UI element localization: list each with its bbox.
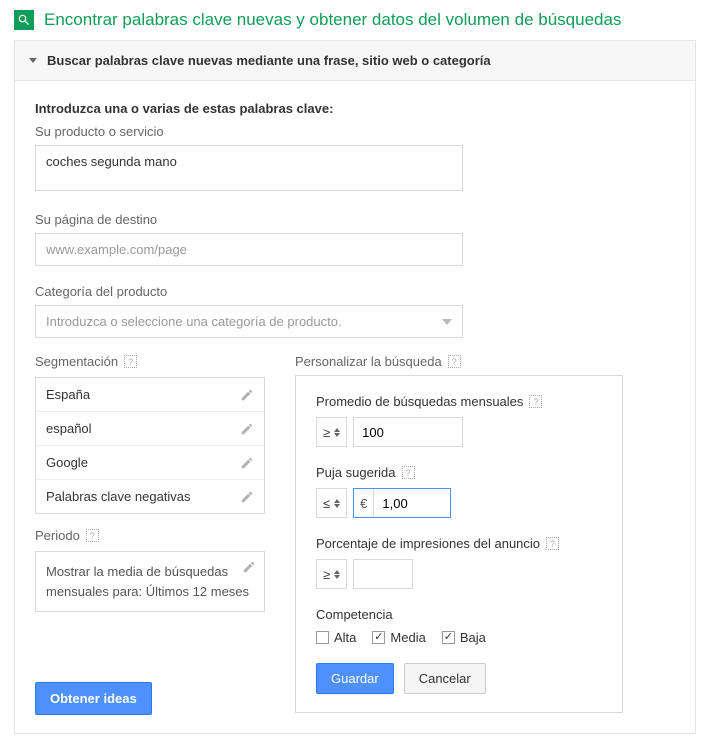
save-button[interactable]: Guardar <box>316 663 394 694</box>
period-label: Periodo <box>35 528 80 543</box>
accordion-title: Buscar palabras clave nuevas mediante un… <box>47 53 491 68</box>
bid-operator-select[interactable]: ≤ <box>316 488 347 518</box>
accordion-panel: Buscar palabras clave nuevas mediante un… <box>14 40 696 734</box>
bid-value-input-wrap: € <box>353 488 451 518</box>
impression-label: Porcentaje de impresiones del anuncio <box>316 536 540 551</box>
avg-value-input[interactable] <box>353 417 463 447</box>
product-input[interactable] <box>35 145 463 191</box>
pencil-icon <box>242 560 256 574</box>
period-box: Mostrar la media de búsquedas mensuales … <box>35 551 265 612</box>
chevron-down-icon <box>442 319 452 325</box>
landing-input[interactable] <box>35 233 463 266</box>
currency-symbol: € <box>354 489 374 517</box>
period-edit[interactable] <box>242 560 256 580</box>
imp-operator-select[interactable]: ≥ <box>316 559 347 589</box>
help-icon[interactable]: ? <box>448 355 461 368</box>
pencil-icon <box>240 456 254 470</box>
comp-media-checkbox[interactable]: Media <box>372 630 425 645</box>
seg-item-location[interactable]: España <box>36 378 264 412</box>
category-placeholder: Introduzca o seleccione una categoría de… <box>46 314 342 329</box>
comp-alta-checkbox[interactable]: Alta <box>316 630 356 645</box>
period-text: Mostrar la media de búsquedas mensuales … <box>46 564 249 599</box>
checkbox-icon <box>316 631 329 644</box>
landing-label: Su página de destino <box>35 212 675 227</box>
accordion-toggle[interactable]: Buscar palabras clave nuevas mediante un… <box>15 41 695 80</box>
pencil-icon <box>240 422 254 436</box>
comp-baja-checkbox[interactable]: Baja <box>442 630 486 645</box>
seg-item-language[interactable]: español <box>36 412 264 446</box>
bid-value-input[interactable] <box>374 490 450 517</box>
pencil-icon <box>240 388 254 402</box>
product-label: Su producto o servicio <box>35 124 675 139</box>
cancel-button[interactable]: Cancelar <box>404 663 486 694</box>
competition-label: Competencia <box>316 607 393 622</box>
segmentation-box: España español Google Palabras clave neg… <box>35 377 265 514</box>
seg-item-negative[interactable]: Palabras clave negativas <box>36 480 264 513</box>
search-icon <box>14 10 34 30</box>
checkbox-icon <box>372 631 385 644</box>
help-icon[interactable]: ? <box>546 537 559 550</box>
get-ideas-button[interactable]: Obtener ideas <box>35 682 152 715</box>
customize-label: Personalizar la búsqueda <box>295 354 442 369</box>
category-label: Categoría del producto <box>35 284 675 299</box>
intro-text: Introduzca una o varias de estas palabra… <box>35 101 675 116</box>
customize-panel: Promedio de búsquedas mensuales ? ≥ <box>295 375 623 713</box>
category-select[interactable]: Introduzca o seleccione una categoría de… <box>35 305 463 338</box>
help-icon[interactable]: ? <box>86 529 99 542</box>
help-icon[interactable]: ? <box>529 395 542 408</box>
bid-label: Puja sugerida <box>316 465 396 480</box>
seg-item-network[interactable]: Google <box>36 446 264 480</box>
avg-search-label: Promedio de búsquedas mensuales <box>316 394 523 409</box>
segmentation-label: Segmentación <box>35 354 118 369</box>
pencil-icon <box>240 490 254 504</box>
checkbox-icon <box>442 631 455 644</box>
help-icon[interactable]: ? <box>402 466 415 479</box>
avg-operator-select[interactable]: ≥ <box>316 417 347 447</box>
caret-down-icon <box>29 58 37 63</box>
page-title: Encontrar palabras clave nuevas y obtene… <box>44 10 621 30</box>
help-icon[interactable]: ? <box>124 355 137 368</box>
imp-value-input[interactable] <box>353 559 413 589</box>
